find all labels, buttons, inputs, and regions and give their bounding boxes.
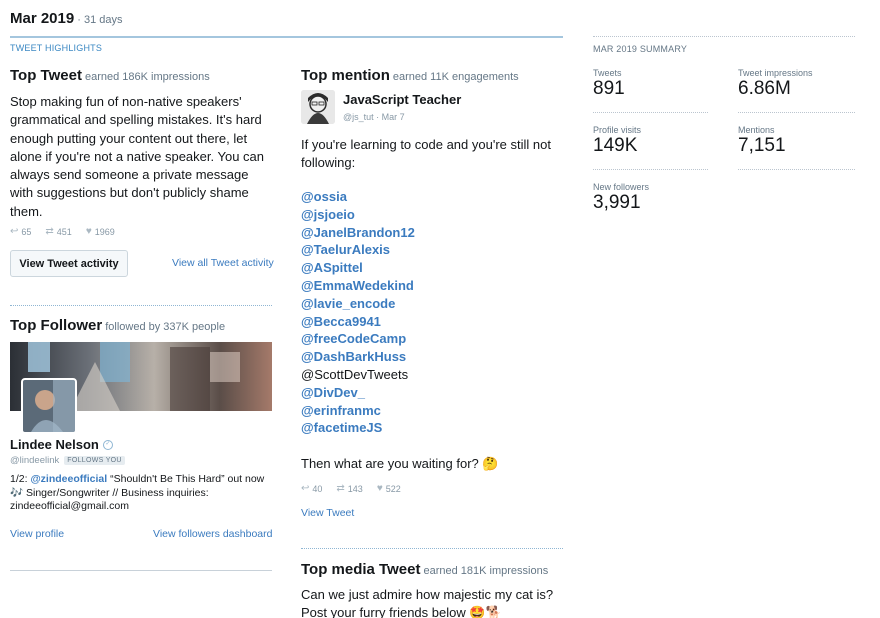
follower-handle: @lindeelink [10,455,60,466]
summary-rule [593,36,855,37]
follower-handle-row: @lindeelink FOLLOWS YOU [10,455,125,466]
divider [738,112,855,113]
bio-prefix: 1/2: [10,473,31,485]
reply-count: 65 [21,226,32,237]
heart-icon: ♥ [376,483,383,494]
retweet-count: 143 [347,483,363,494]
mention-handle[interactable]: @JanelBrandon12 [301,224,563,242]
mention-handle[interactable]: @jsjoeio [301,206,563,224]
follower-avatar[interactable] [21,378,77,434]
like-stat[interactable]: ♥ 1969 [86,226,115,237]
tweets-label: Tweets [593,68,622,78]
mention-handle[interactable]: @DashBarkHuss [301,348,563,366]
tweets-value: 891 [593,78,625,99]
top-mention-heading: Top mention [301,67,390,84]
impressions-value: 6.86M [738,78,791,99]
reply-stat[interactable]: ↩ 40 [301,483,322,494]
retweet-count: 451 [56,226,72,237]
top-tweet-stats: ↩ 65 ⇄ 451 ♥ 1969 [10,226,115,237]
new-followers-value: 3,991 [593,192,641,213]
mentions-label: Mentions [738,125,775,135]
mention-outro-text: Then what are you waiting for? 🤔 [301,456,499,471]
mention-handle[interactable]: @erinfranmc [301,402,563,420]
follower-avatar-image [23,380,75,432]
profile-visits-label: Profile visits [593,125,642,135]
impressions-label: Tweet impressions [738,68,813,78]
like-count: 522 [385,483,401,494]
top-media-earned: earned 181K impressions [423,565,549,577]
divider [10,305,272,306]
mention-author-handle: @js_tut · Mar 7 [343,112,405,122]
mentions-value: 7,151 [738,135,786,156]
divider [738,169,855,170]
mention-handle[interactable]: @ASpittel [301,259,563,277]
summary-label: MAR 2019 SUMMARY [593,44,688,54]
top-media-text: Can we just admire how majestic my cat i… [301,587,554,618]
reply-stat[interactable]: ↩ 65 [10,226,31,237]
mention-list: @ossia @jsjoeio @JanelBrandon12 @TaelurAlex… [301,188,563,437]
retweet-icon: ⇄ [45,226,54,237]
mention-author-avatar[interactable] [301,90,335,124]
retweet-stat[interactable]: ⇄ 451 [45,226,71,237]
top-mention-stats: ↩ 40 ⇄ 143 ♥ 522 [301,483,401,494]
heart-icon: ♥ [85,226,92,237]
follower-bio: 1/2: @zindeeofficial “Shouldn't Be This … [10,473,272,514]
top-tweet-heading: Top Tweet [10,67,82,84]
view-tweet-link[interactable]: View Tweet [301,507,354,519]
mention-handle[interactable]: @freeCodeCamp [301,330,563,348]
profile-visits-value: 149K [593,135,638,156]
mention-intro-text: If you're learning to code and you're st… [301,137,551,171]
mention-handle: @ScottDevTweets [301,366,409,382]
mention-author-name[interactable]: JavaScript Teacher [343,92,461,107]
reply-icon: ↩ [301,483,310,494]
divider [301,548,563,549]
period-days: · 31 days [74,14,123,26]
top-follower-followed-by: followed by 337K people [105,321,226,333]
reply-count: 40 [312,483,323,494]
mention-handle[interactable]: @EmmaWedekind [301,277,563,295]
top-follower-title: Top Follower followed by 337K people [10,317,225,334]
top-tweet-text: Stop making fun of non-native speakers' … [10,94,265,219]
view-all-tweet-activity-link[interactable]: View all Tweet activity [172,257,274,269]
tweet-highlights-label: TWEET HIGHLIGHTS [10,43,103,53]
top-media-heading: Top media Tweet [301,561,421,578]
mention-author-avatar-image [301,90,335,124]
view-profile-link[interactable]: View profile [10,528,64,540]
mention-handle[interactable]: @ossia [301,188,563,206]
divider [593,169,708,170]
bio-mention-link[interactable]: @zindeeofficial [30,473,107,485]
mention-handle[interactable]: @Becca9941 [301,313,563,331]
retweet-icon: ⇄ [336,483,345,494]
reply-icon: ↩ [10,226,19,237]
verified-icon: ✓ [102,439,113,450]
follower-name[interactable]: Lindee Nelson [10,437,99,452]
new-followers-label: New followers [593,182,650,192]
mention-handle[interactable]: @TaelurAlexis [301,241,563,259]
follower-name-row: Lindee Nelson ✓ [10,437,113,452]
top-media-title: Top media Tweet earned 181K impressions [301,561,548,578]
mention-handle[interactable]: @DivDev_ [301,384,563,402]
top-mention-earned: earned 11K engagements [392,71,519,83]
period-month: Mar 2019 [10,10,75,27]
mention-handle[interactable]: @lavie_encode [301,295,563,313]
view-tweet-activity-button[interactable]: View Tweet activity [10,250,128,277]
retweet-stat[interactable]: ⇄ 143 [336,483,362,494]
top-tweet-title: Top Tweet earned 186K impressions [10,67,210,84]
top-mention-title: Top mention earned 11K engagements [301,67,519,84]
follows-you-badge: FOLLOWS YOU [64,456,125,465]
like-stat[interactable]: ♥ 522 [377,483,401,494]
mention-handle[interactable]: @facetimeJS [301,419,563,437]
like-count: 1969 [94,226,115,237]
view-followers-dashboard-link[interactable]: View followers dashboard [153,528,272,540]
top-follower-heading: Top Follower [10,317,103,334]
highlights-rule [10,36,563,38]
top-tweet-earned: earned 186K impressions [84,71,210,83]
divider [593,112,708,113]
period-header: Mar 2019 · 31 days [10,10,123,27]
divider [10,570,272,571]
